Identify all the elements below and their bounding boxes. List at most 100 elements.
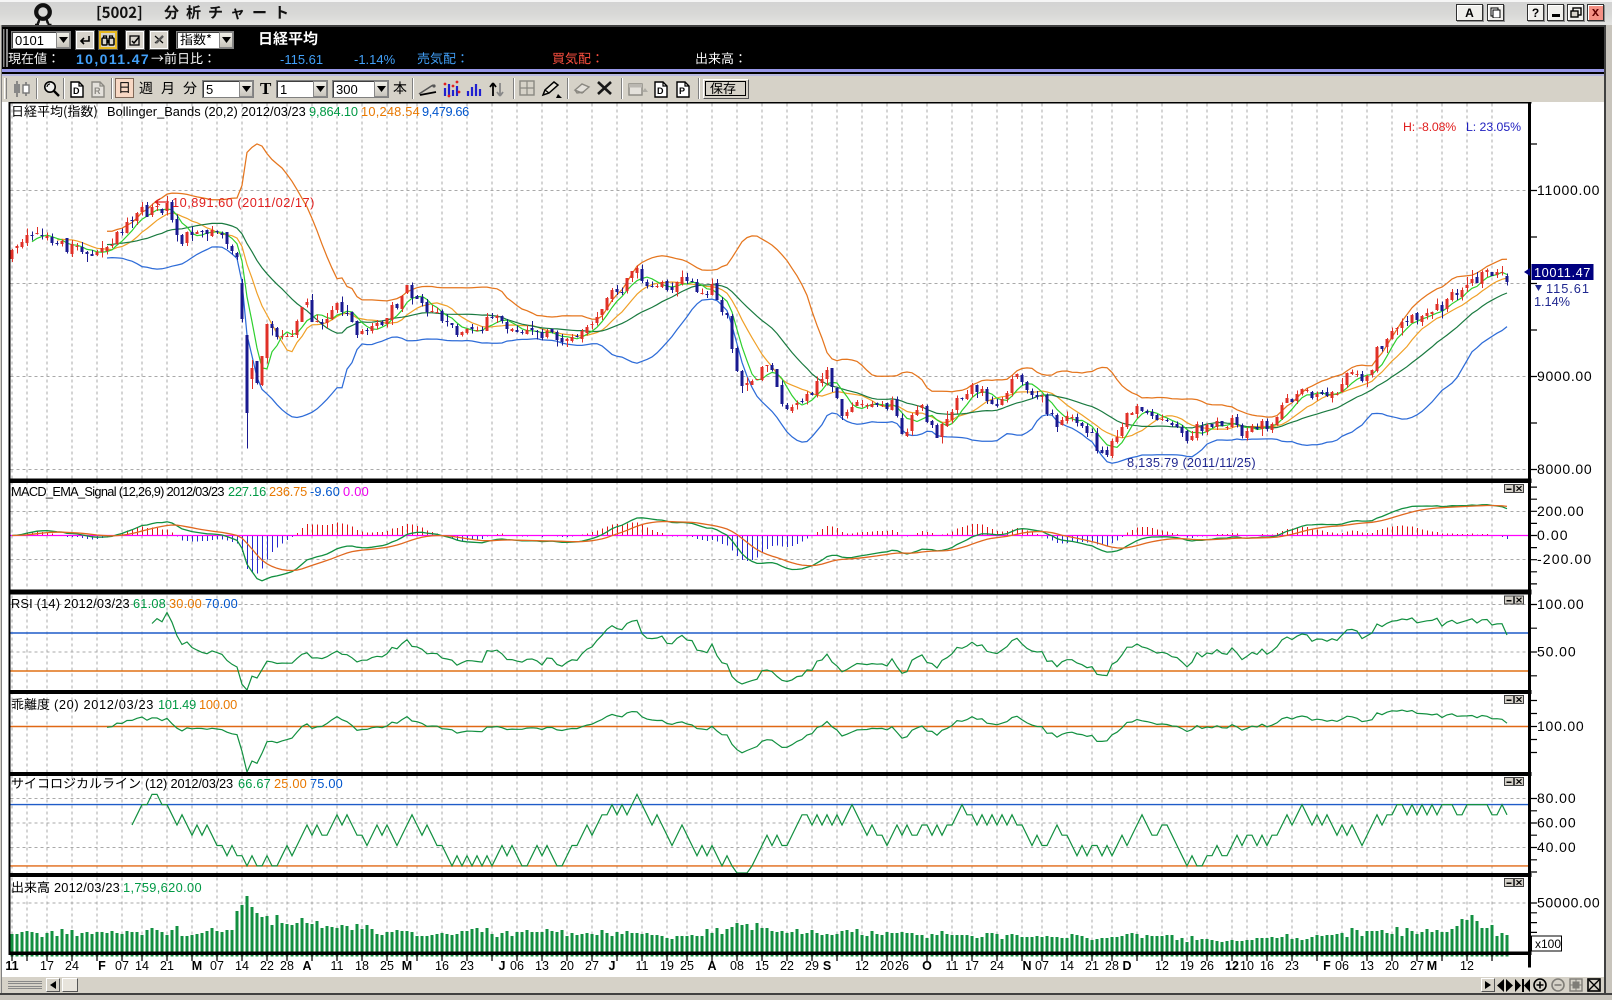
- svg-text:07: 07: [210, 959, 224, 973]
- svg-text:RSI (14) 2012/03/23: RSI (14) 2012/03/23: [11, 596, 130, 611]
- svg-text:07: 07: [115, 959, 129, 973]
- svg-text:9,864.10: 9,864.10: [309, 104, 358, 119]
- svg-text:F: F: [98, 959, 106, 973]
- svg-text:M: M: [1427, 959, 1437, 973]
- svg-text:16: 16: [1260, 959, 1274, 973]
- svg-text:100.00: 100.00: [1537, 718, 1584, 734]
- svg-text:0.00: 0.00: [1537, 527, 1569, 543]
- svg-text:227.16: 227.16: [228, 484, 266, 499]
- svg-text:(20) 2012/03/23: (20) 2012/03/23: [54, 697, 154, 712]
- svg-text:12: 12: [855, 959, 869, 973]
- svg-text:29: 29: [805, 959, 819, 973]
- svg-text:18: 18: [355, 959, 369, 973]
- svg-text:25: 25: [380, 959, 394, 973]
- svg-text:R: R: [94, 86, 101, 96]
- svg-text:30.00: 30.00: [169, 596, 202, 611]
- svg-text:23: 23: [460, 959, 474, 973]
- svg-text:20: 20: [880, 959, 894, 973]
- svg-text:17: 17: [965, 959, 979, 973]
- svg-text:M: M: [192, 959, 202, 973]
- svg-text:15: 15: [755, 959, 769, 973]
- svg-text:D: D: [1122, 959, 1131, 973]
- svg-text:-9.60: -9.60: [310, 484, 340, 499]
- svg-text:L: 23.05%: L: 23.05%: [1466, 120, 1521, 134]
- svg-text:25.00: 25.00: [274, 776, 307, 791]
- svg-text:8,135.79 (2011/11/25): 8,135.79 (2011/11/25): [1127, 455, 1256, 470]
- svg-text:2012/03/23: 2012/03/23: [54, 880, 120, 895]
- svg-text:60.00: 60.00: [1537, 815, 1577, 831]
- svg-text:12: 12: [1155, 959, 1169, 973]
- svg-text:50000.00: 50000.00: [1537, 895, 1600, 911]
- svg-text:100.00: 100.00: [1537, 596, 1584, 612]
- svg-text:F: F: [1323, 959, 1331, 973]
- svg-text:1.14%: 1.14%: [1534, 294, 1570, 309]
- svg-text:26: 26: [1200, 959, 1214, 973]
- svg-text:12: 12: [1225, 959, 1239, 973]
- svg-text:61.08: 61.08: [133, 596, 166, 611]
- svg-text:236.75: 236.75: [269, 484, 307, 499]
- svg-text:28: 28: [1105, 959, 1119, 973]
- svg-text:11000.00: 11000.00: [1537, 182, 1600, 198]
- svg-text:70.00: 70.00: [205, 596, 238, 611]
- svg-text:17: 17: [40, 959, 54, 973]
- svg-text:10,891.60 (2011/02/17): 10,891.60 (2011/02/17): [172, 195, 315, 210]
- svg-text:25: 25: [680, 959, 694, 973]
- svg-text:11: 11: [331, 959, 344, 973]
- svg-text:14: 14: [135, 959, 149, 973]
- svg-text:75.00: 75.00: [310, 776, 343, 791]
- svg-text:H: -8.08%: H: -8.08%: [1403, 120, 1456, 134]
- svg-text:22: 22: [780, 959, 794, 973]
- svg-text:MACD_EMA_Signal (12,26,9) 2012: MACD_EMA_Signal (12,26,9) 2012/03/23: [11, 484, 224, 499]
- svg-text:J: J: [609, 959, 616, 973]
- svg-text:24: 24: [65, 959, 79, 973]
- svg-text:D: D: [657, 86, 664, 96]
- svg-text:10011.47: 10011.47: [1534, 265, 1591, 280]
- svg-text:50.00: 50.00: [1537, 644, 1577, 660]
- svg-text:13: 13: [1360, 959, 1374, 973]
- svg-text:1,759,620.00: 1,759,620.00: [123, 880, 202, 895]
- svg-text:100.00: 100.00: [199, 697, 237, 712]
- svg-text:12: 12: [1460, 959, 1474, 973]
- svg-text:28: 28: [280, 959, 294, 973]
- svg-text:9000.00: 9000.00: [1537, 368, 1592, 384]
- svg-text:N: N: [1022, 959, 1031, 973]
- svg-text:9,479.66: 9,479.66: [422, 104, 469, 119]
- svg-text:11: 11: [946, 959, 959, 973]
- svg-text:21: 21: [160, 959, 174, 973]
- svg-text:06: 06: [510, 959, 524, 973]
- svg-text:10: 10: [1240, 959, 1254, 973]
- svg-text:24: 24: [990, 959, 1004, 973]
- svg-text:J: J: [499, 959, 506, 973]
- svg-text:8000.00: 8000.00: [1537, 461, 1592, 477]
- svg-text:x100: x100: [1535, 937, 1561, 951]
- svg-text:27: 27: [1410, 959, 1424, 973]
- svg-text:(12) 2012/03/23: (12) 2012/03/23: [145, 776, 233, 791]
- svg-text:26: 26: [895, 959, 909, 973]
- svg-text:14: 14: [235, 959, 249, 973]
- svg-text:A: A: [707, 959, 716, 973]
- svg-text:10,248.54: 10,248.54: [361, 104, 420, 119]
- svg-text:P: P: [679, 86, 685, 96]
- svg-text:11: 11: [636, 959, 649, 973]
- svg-text:21: 21: [1085, 959, 1099, 973]
- svg-text:66.67: 66.67: [238, 776, 271, 791]
- svg-text:40.00: 40.00: [1537, 839, 1577, 855]
- svg-text:O: O: [922, 959, 932, 973]
- svg-text:14: 14: [1060, 959, 1074, 973]
- svg-text:A: A: [302, 959, 311, 973]
- svg-text:0.00: 0.00: [343, 484, 369, 499]
- svg-text:20: 20: [560, 959, 574, 973]
- svg-text:13: 13: [535, 959, 549, 973]
- svg-text:M: M: [402, 959, 412, 973]
- svg-text:D: D: [73, 86, 80, 96]
- svg-text:101.49: 101.49: [158, 697, 196, 712]
- svg-text:22: 22: [260, 959, 274, 973]
- svg-text:27: 27: [585, 959, 599, 973]
- svg-text:Bollinger_Bands (20,2) 2012/03: Bollinger_Bands (20,2) 2012/03/23: [107, 104, 306, 119]
- svg-text:11: 11: [5, 959, 18, 973]
- svg-text:20: 20: [1385, 959, 1399, 973]
- svg-text:23: 23: [1285, 959, 1299, 973]
- svg-text:16: 16: [435, 959, 449, 973]
- svg-text:80.00: 80.00: [1537, 790, 1577, 806]
- svg-text:06: 06: [1335, 959, 1349, 973]
